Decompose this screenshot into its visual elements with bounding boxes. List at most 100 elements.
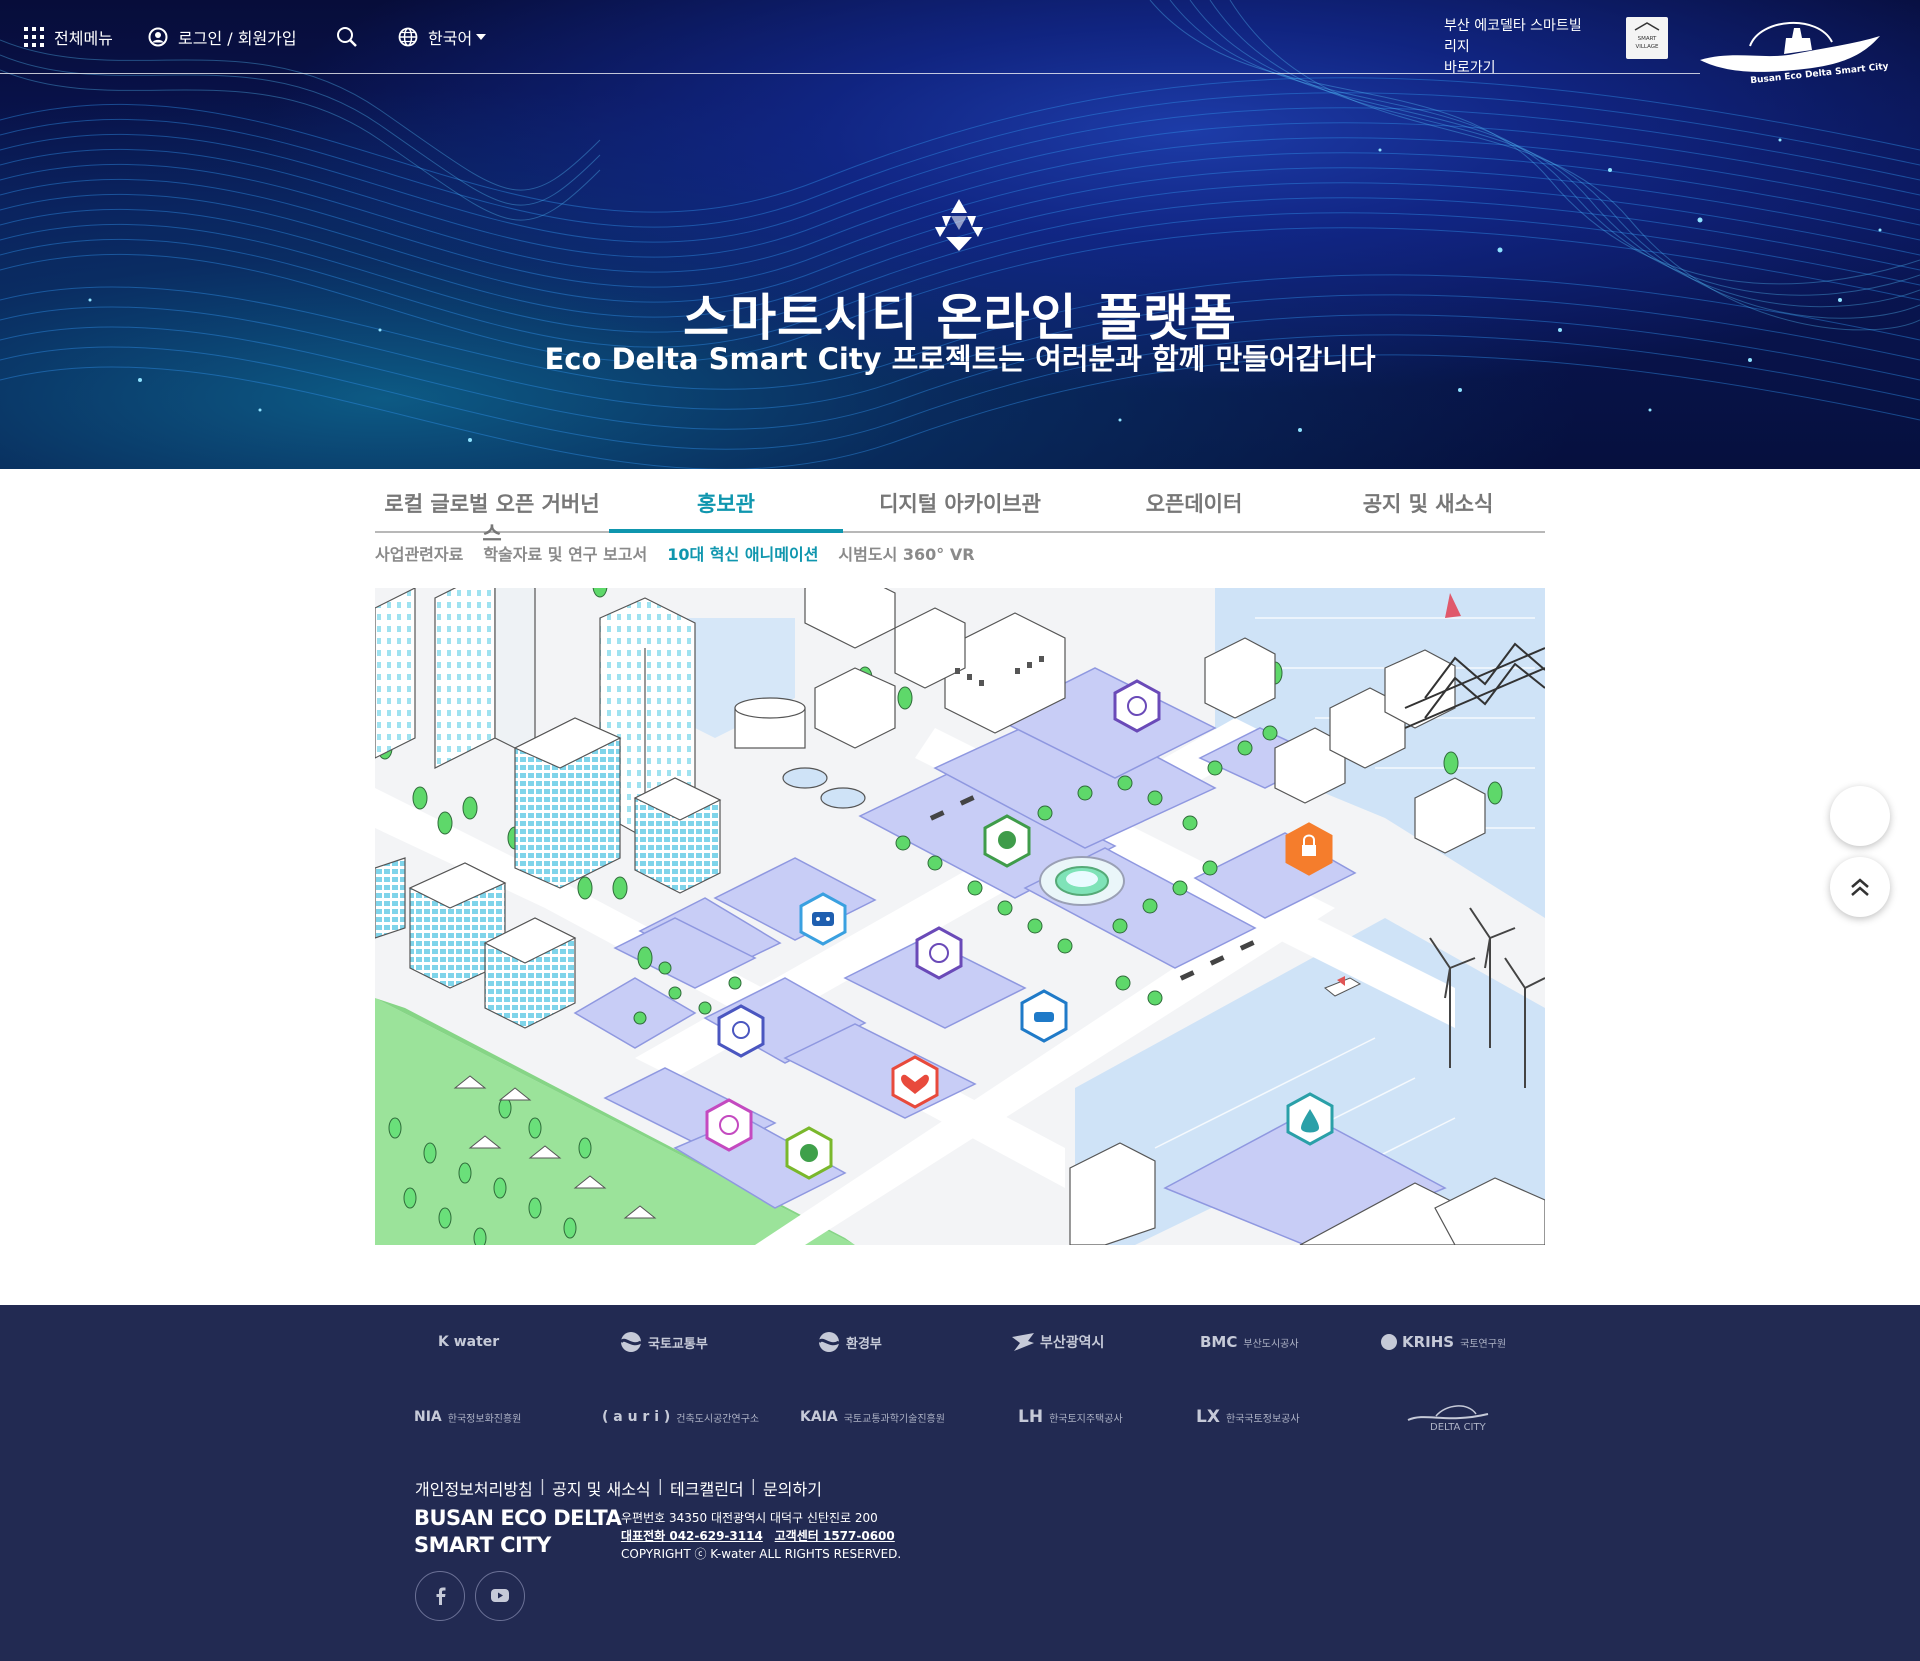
tab-notice[interactable]: 공지 및 새소식 <box>1311 474 1545 531</box>
partner-sub: 국토교통과학기술진흥원 <box>843 1413 945 1425</box>
krihs-leaf-icon <box>1381 1334 1397 1350</box>
smart-village-badge[interactable]: SMART VILLAGE <box>1626 17 1668 59</box>
smart-village-logo-icon: SMART VILLAGE <box>1634 22 1660 50</box>
village-link-line1: 부산 에코델타 스마트빌리지 <box>1444 18 1582 55</box>
robot-hex-icon <box>799 892 847 946</box>
footer-copyright: COPYRIGHT ⓒ K-water ALL RIGHTS RESERVED. <box>621 1547 902 1561</box>
footer-address: 우편번호 34350 대전광역시 대덕구 신탄진로 200 <box>621 1511 878 1525</box>
partner-kaia[interactable]: KAIA 국토교통과학기술진흥원 <box>800 1400 945 1434</box>
separator: | <box>750 1476 757 1495</box>
busan-wave-icon <box>1012 1333 1034 1351</box>
partner-name: NIA <box>414 1409 442 1425</box>
login-label: 로그인 / 회원가입 <box>178 29 297 48</box>
youtube-button[interactable] <box>475 1571 525 1621</box>
partner-name: 국토교통부 <box>648 1336 708 1352</box>
tab-promotion[interactable]: 홍보관 <box>609 474 843 533</box>
footer-phone-main[interactable]: 대표전화 042-629-3114 <box>621 1529 763 1543</box>
tree-hex-icon <box>983 814 1031 868</box>
footer-link-privacy[interactable]: 개인정보처리방침 <box>415 1476 533 1500</box>
government-emblem-icon <box>818 1332 840 1352</box>
partner-bmc[interactable]: BMC 부산도시공사 <box>1200 1325 1299 1359</box>
partner-name: K water <box>438 1334 500 1350</box>
subtab-project-materials[interactable]: 사업관련자료 <box>375 541 463 565</box>
all-menu-label: 전체메뉴 <box>54 29 113 48</box>
partner-name: BMC <box>1200 1333 1238 1351</box>
clock-hex-icon <box>915 926 963 980</box>
partner-sub: 한국정보화진흥원 <box>447 1413 522 1425</box>
partner-name: KRIHS <box>1402 1333 1455 1351</box>
footer-info: 우편번호 34350 대전광역시 대덕구 신탄진로 200 대표전화 042-6… <box>621 1509 901 1563</box>
government-emblem-icon <box>620 1332 642 1352</box>
login-button[interactable]: 로그인 / 회원가입 <box>148 24 297 50</box>
footer-brand: BUSAN ECO DELTA SMART CITY <box>414 1505 622 1559</box>
partner-nia[interactable]: NIA 한국정보화진흥원 <box>414 1400 521 1434</box>
site-footer <box>0 1305 1920 1661</box>
smart-village-link[interactable]: 부산 에코델타 스마트빌리지 바로가기 <box>1444 16 1594 79</box>
platform-star-icon <box>935 199 983 251</box>
user-circle-icon <box>148 27 168 47</box>
subtab-innovation-animation[interactable]: 10대 혁신 애니메이션 <box>667 541 818 565</box>
double-chevron-up-icon <box>1851 878 1869 896</box>
energy-leaf-hex-icon <box>785 1126 833 1180</box>
partner-krihs[interactable]: KRIHS 국토연구원 <box>1380 1325 1506 1359</box>
globe-icon <box>398 27 418 47</box>
partner-lx[interactable]: LX 한국국토정보공사 <box>1196 1400 1300 1434</box>
health-heart-hex-icon <box>891 1055 939 1109</box>
svg-text:VILLAGE: VILLAGE <box>1635 44 1659 50</box>
partner-name: 부산광역시 <box>1040 1335 1105 1351</box>
floating-action-button[interactable] <box>1830 786 1890 846</box>
village-link-line2: 바로가기 <box>1444 60 1496 76</box>
tab-digital-archive[interactable]: 디지털 아카이브관 <box>843 474 1077 531</box>
partner-molit[interactable]: 국토교통부 <box>620 1325 708 1359</box>
partner-sub: 부산도시공사 <box>1243 1338 1299 1350</box>
partner-sub: 건축도시공간연구소 <box>676 1413 760 1425</box>
search-icon <box>337 27 357 47</box>
language-label: 한국어 <box>428 29 473 48</box>
partner-sub: 한국토지주택공사 <box>1049 1413 1123 1425</box>
scroll-top-button[interactable] <box>1830 857 1890 917</box>
partner-kwater[interactable]: K water <box>438 1325 499 1359</box>
separator: | <box>539 1476 546 1495</box>
language-selector[interactable]: 한국어 <box>398 24 496 50</box>
footer-brand-line1: BUSAN ECO DELTA <box>414 1506 622 1530</box>
footer-links: 개인정보처리방침 | 공지 및 새소식 | 테크캘린더 | 문의하기 <box>415 1476 822 1500</box>
main-tabs: 로컬 글로벌 오픈 거버넌스 홍보관 디지털 아카이브관 오픈데이터 공지 및 … <box>375 474 1545 546</box>
smart-city-illustration[interactable] <box>375 588 1545 1245</box>
youtube-icon <box>491 1589 509 1602</box>
water-drop-hex-icon <box>1286 1092 1334 1146</box>
partner-me[interactable]: 환경부 <box>818 1325 882 1359</box>
partner-auri[interactable]: ( a u r i ) 건축도시공간연구소 <box>602 1400 759 1434</box>
partner-name: 환경부 <box>846 1336 882 1352</box>
subtab-research-reports[interactable]: 학술자료 및 연구 보고서 <box>483 541 647 565</box>
hero-banner: 전체메뉴 로그인 / 회원가입 한국어 부산 에코델타 스마트빌리지 바로가기 … <box>0 0 1920 469</box>
footer-phone-center[interactable]: 고객센터 1577-0600 <box>775 1529 895 1543</box>
footer-link-tech-calendar[interactable]: 테크캘린더 <box>670 1476 744 1500</box>
pin-time-hex-icon <box>1113 679 1161 733</box>
partner-sub: 한국국토정보공사 <box>1225 1413 1300 1425</box>
partner-name: KAIA <box>800 1409 838 1425</box>
partner-name: DELTA CITY <box>1430 1421 1486 1433</box>
isometric-city-map <box>375 588 1545 1245</box>
separator: | <box>657 1476 664 1495</box>
partner-name: LH <box>1018 1407 1044 1427</box>
partner-delta-city[interactable]: DELTA CITY <box>1406 1400 1489 1434</box>
tab-open-data[interactable]: 오픈데이터 <box>1077 474 1311 531</box>
human-ai-hex-icon <box>717 1004 765 1058</box>
sub-tabs: 사업관련자료 학술자료 및 연구 보고서 10대 혁신 애니메이션 시범도시 3… <box>375 541 975 565</box>
search-button[interactable] <box>336 24 368 50</box>
subtab-vr-360[interactable]: 시범도시 360° VR <box>838 541 974 565</box>
security-lock-hex-icon <box>1285 822 1333 876</box>
grid-icon <box>24 27 44 47</box>
svg-text:SMART: SMART <box>1638 36 1657 42</box>
partner-name: LX <box>1196 1407 1220 1427</box>
partner-busan[interactable]: 부산광역시 <box>1010 1325 1104 1359</box>
all-menu-button[interactable]: 전체메뉴 <box>24 24 113 50</box>
footer-link-contact[interactable]: 문의하기 <box>763 1476 822 1500</box>
education-hex-icon <box>705 1098 753 1152</box>
smart-car-hex-icon <box>1020 989 1068 1043</box>
footer-link-notice[interactable]: 공지 및 새소식 <box>552 1476 651 1500</box>
facebook-button[interactable] <box>415 1571 465 1621</box>
partner-lh[interactable]: LH 한국토지주택공사 <box>1018 1400 1123 1434</box>
tab-governance[interactable]: 로컬 글로벌 오픈 거버넌스 <box>375 474 609 546</box>
caret-down-icon <box>476 34 487 40</box>
